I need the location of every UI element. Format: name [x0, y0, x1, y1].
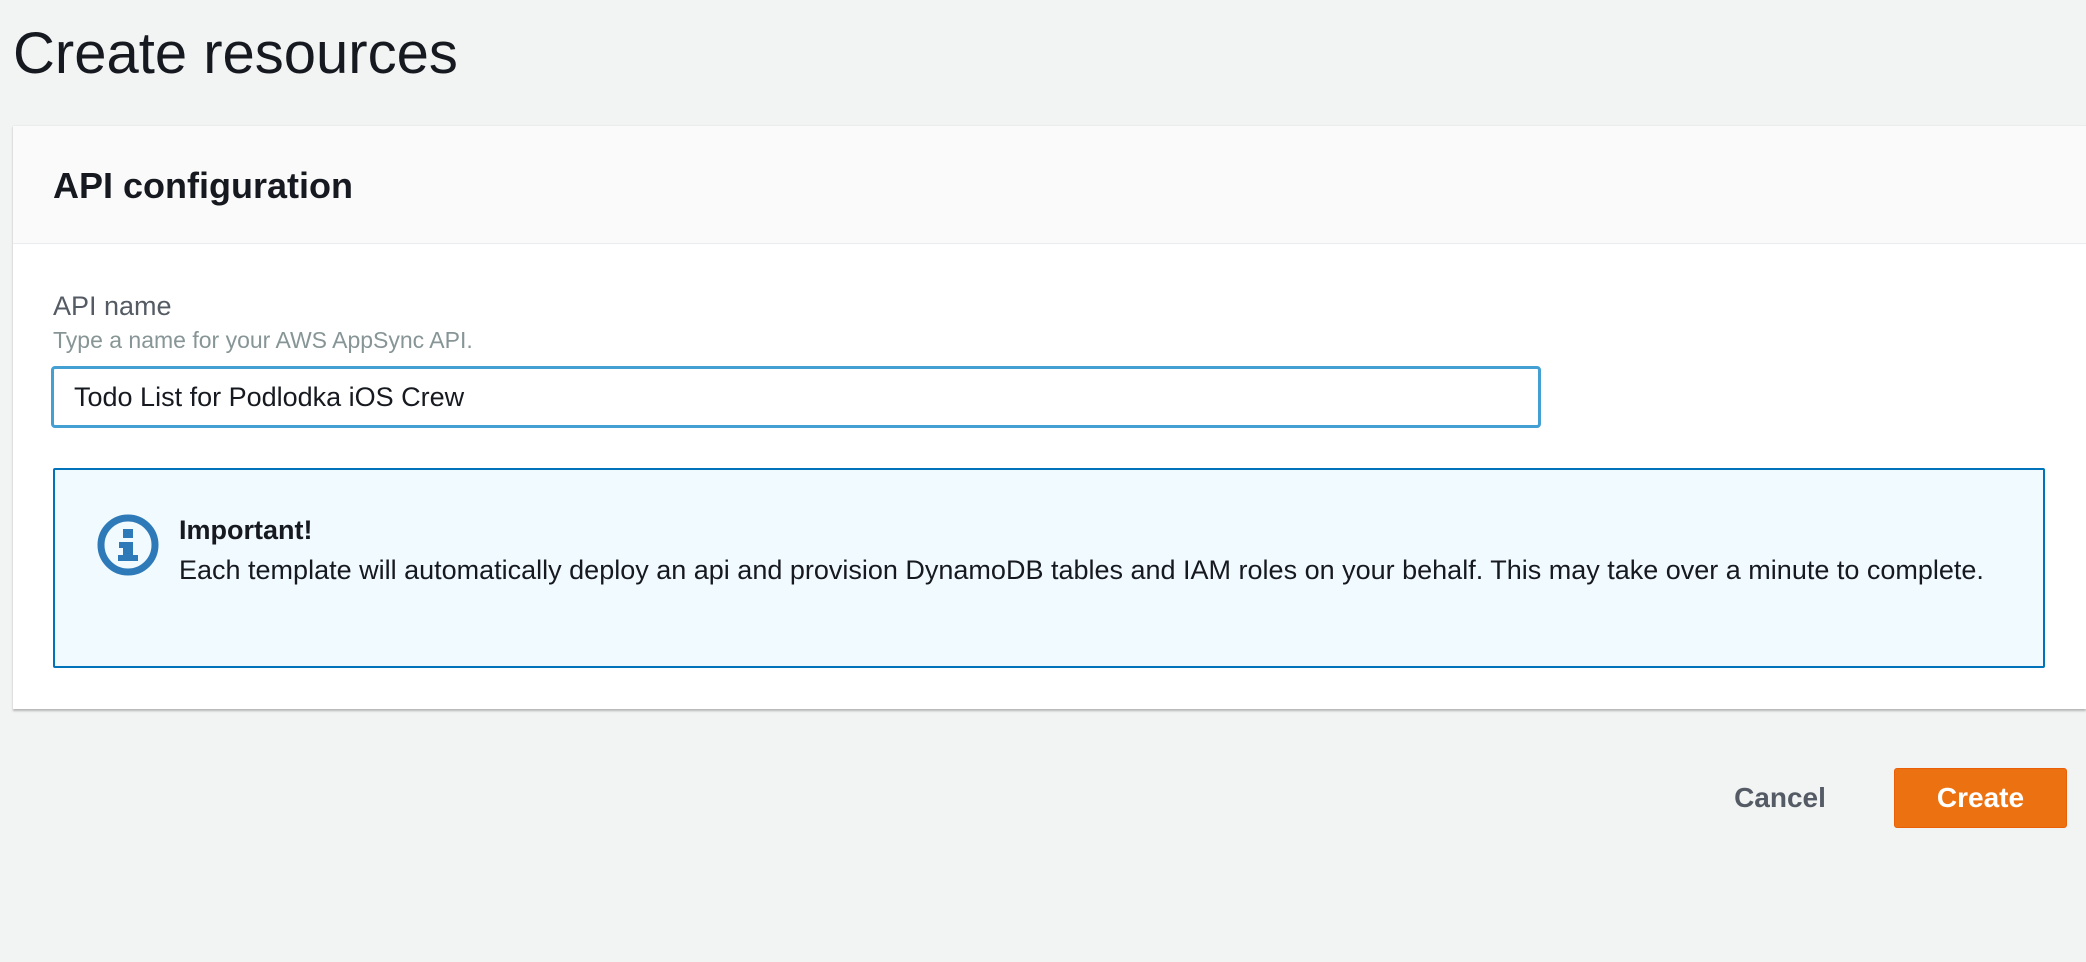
panel-header: API configuration — [13, 126, 2086, 244]
cancel-button[interactable]: Cancel — [1700, 768, 1860, 828]
panel-title: API configuration — [53, 165, 353, 206]
page-title: Create resources — [13, 21, 458, 86]
alert-title: Important! — [179, 515, 313, 545]
alert-body: Each template will automatically deploy … — [179, 555, 1984, 585]
info-icon — [97, 514, 159, 576]
api-name-input[interactable] — [51, 366, 1541, 428]
api-name-label: API name — [53, 291, 172, 321]
api-configuration-panel: API configuration API name Type a name f… — [13, 125, 2086, 709]
info-alert: Important! Each template will automatica… — [53, 468, 2045, 668]
create-button[interactable]: Create — [1894, 768, 2067, 828]
api-name-description: Type a name for your AWS AppSync API. — [53, 327, 473, 353]
